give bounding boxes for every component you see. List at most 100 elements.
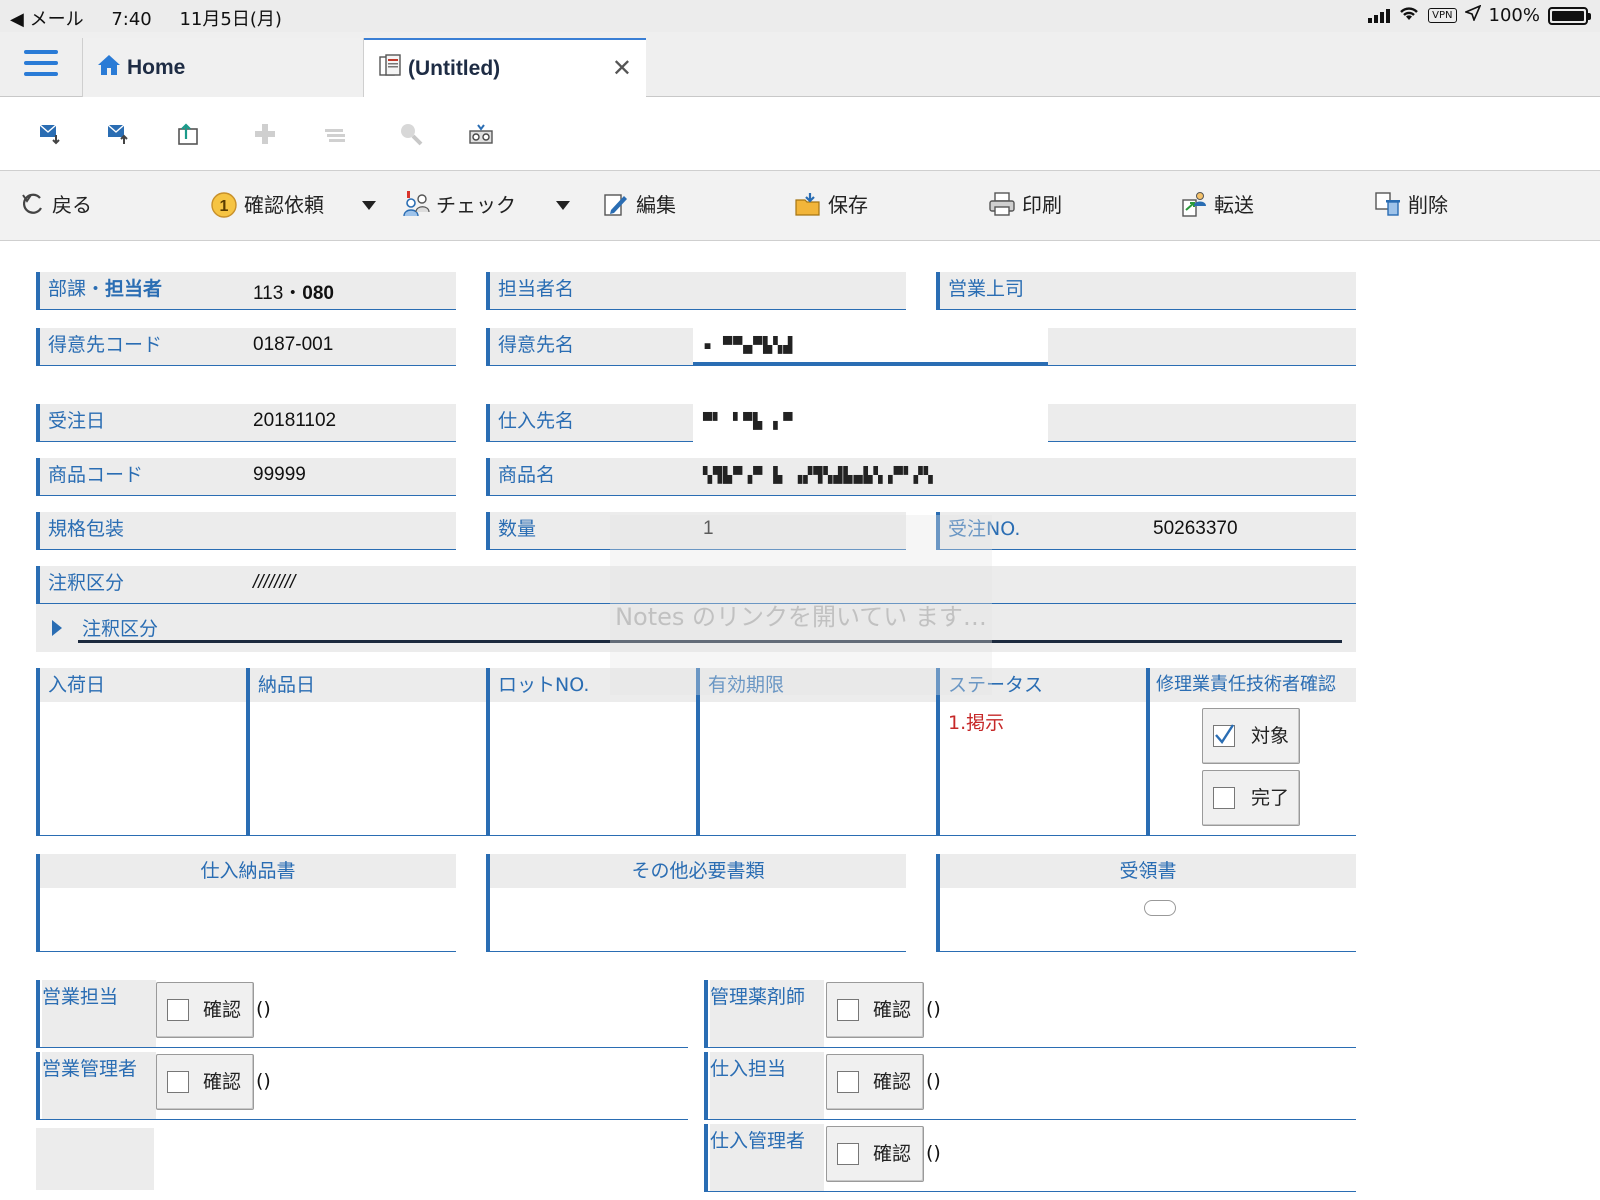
supplier-delivery-column: 仕入納品書 (36, 854, 456, 952)
done-checkbox[interactable] (1213, 787, 1235, 809)
target-label: 対象 (1251, 725, 1290, 747)
dept-value: 113・ (253, 283, 303, 304)
status-value: 1.掲示 (948, 712, 1005, 734)
target-checkbox[interactable] (1213, 724, 1235, 747)
target-checkbox-button[interactable]: 対象 (1202, 708, 1300, 764)
purchasing-manager-label: 仕入管理者 (710, 1124, 824, 1191)
tab-untitled[interactable]: (Untitled) ✕ (364, 38, 646, 98)
purchasing-manager-confirm-button[interactable]: 確認 (826, 1126, 924, 1182)
customer-code-field: 得意先コード 0187-001 (36, 328, 456, 366)
check-label: チェック (436, 193, 516, 217)
order-date-value: 20181102 (253, 410, 337, 431)
delivery-date-column: 納品日 (246, 668, 486, 836)
vpn-badge: VPN (1428, 8, 1457, 23)
pharmacist-confirm-button[interactable]: 確認 (826, 982, 924, 1038)
product-name-label: 商品名 (498, 464, 556, 486)
product-code-field: 商品コード 99999 (36, 458, 456, 496)
done-label: 完了 (1251, 787, 1290, 809)
add-icon[interactable] (252, 121, 278, 147)
check-users-icon (402, 190, 430, 218)
check-button[interactable]: チェック (402, 189, 516, 218)
purchasing-rep-confirm-label: 確認 (873, 1071, 912, 1093)
status-date: 11月5日(月) (179, 9, 282, 30)
edit-button[interactable]: 編集 (602, 189, 676, 218)
mail-down-icon[interactable] (38, 121, 64, 147)
close-icon[interactable]: ✕ (612, 54, 632, 83)
tab-home-label: Home (127, 55, 186, 79)
receipt-column: 受領書 (936, 854, 1356, 952)
repair-confirm-header: 修理業責任技術者確認 (1150, 668, 1356, 702)
sales-manager-row: 営業管理者 (36, 1052, 688, 1120)
pharmacist-checkbox[interactable] (837, 999, 859, 1021)
sales-rep-checkbox[interactable] (167, 999, 189, 1021)
expand-triangle-icon[interactable] (52, 620, 62, 636)
supplier-name-value: ▀▘ ▘▀▙ ▖▀ (703, 412, 794, 430)
product-code-label: 商品コード (48, 464, 144, 486)
customer-name-underline (693, 362, 1048, 365)
mail-up-icon[interactable] (106, 121, 132, 147)
other-docs-header: その他必要書類 (490, 854, 906, 888)
tab-bar: Home (Untitled) ✕ (0, 32, 1600, 98)
packaging-label: 規格包装 (48, 518, 125, 540)
purchasing-rep-checkbox[interactable] (837, 1071, 859, 1093)
sales-manager-signature: () (256, 1070, 271, 1092)
request-confirm-button[interactable]: 1 確認依頼 (210, 189, 324, 218)
arrival-date-column: 入荷日 (36, 668, 246, 836)
done-checkbox-button[interactable]: 完了 (1202, 770, 1300, 826)
back-to-mail-link[interactable]: ◀ メール (10, 9, 84, 30)
badge-one-icon: 1 (210, 190, 238, 218)
product-code-value: 99999 (253, 464, 306, 485)
wifi-icon (1398, 5, 1420, 26)
badge-number: 1 (220, 198, 229, 215)
sales-rep-row: 営業担当 (36, 980, 688, 1048)
purchasing-rep-confirm-button[interactable]: 確認 (826, 1054, 924, 1110)
check-dropdown-caret[interactable] (556, 201, 570, 210)
loading-overlay: Notes のリンクを開いてい ます… (610, 515, 992, 695)
binoculars-icon[interactable] (468, 121, 494, 147)
menu-icon[interactable] (24, 50, 58, 80)
sales-rep-confirm-button[interactable]: 確認 (156, 982, 254, 1038)
other-docs-column: その他必要書類 (486, 854, 906, 952)
forward-button[interactable]: 転送 (1180, 189, 1254, 218)
print-label: 印刷 (1022, 193, 1062, 217)
pharmacist-confirm-label: 確認 (873, 999, 912, 1021)
location-icon (1463, 4, 1482, 26)
action-toolbar: 戻る 1 確認依頼 チェック 編集 保存 印刷 転送 削除 (0, 171, 1600, 241)
save-button[interactable]: 保存 (794, 189, 868, 218)
save-label: 保存 (828, 193, 868, 217)
person-name-field: 担当者名 (486, 272, 906, 310)
customer-code-value: 0187-001 (253, 334, 334, 355)
back-button[interactable]: 戻る (18, 189, 92, 218)
receipt-toggle[interactable] (1144, 900, 1176, 916)
supplier-name-label: 仕入先名 (498, 410, 575, 432)
printer-icon (988, 190, 1016, 218)
packaging-field: 規格包装 (36, 512, 456, 550)
tab-home[interactable]: Home (82, 38, 364, 97)
request-dropdown-caret[interactable] (362, 201, 376, 210)
battery-percent: 100% (1488, 5, 1540, 26)
status-bar: ◀ メール 7:40 11月5日(月) VPN 100% (0, 0, 1600, 32)
sales-manager-checkbox[interactable] (167, 1071, 189, 1093)
print-button[interactable]: 印刷 (988, 189, 1062, 218)
sales-manager-label: 営業管理者 (42, 1052, 156, 1119)
icon-toolbar (0, 97, 1600, 171)
forward-label: 転送 (1214, 193, 1254, 217)
supplier-delivery-header: 仕入納品書 (40, 854, 456, 888)
pharmacist-row: 管理薬剤師 (704, 980, 1356, 1048)
empty-cell (36, 1128, 154, 1190)
person-label: 担当者 (105, 278, 163, 300)
sales-manager-confirm-button[interactable]: 確認 (156, 1054, 254, 1110)
quantity-label: 数量 (498, 518, 537, 540)
export-icon[interactable] (176, 121, 202, 147)
battery-icon (1548, 6, 1591, 25)
delete-button[interactable]: 削除 (1374, 189, 1448, 218)
dept-label: 部課・ (48, 278, 106, 300)
sales-manager-confirm-label: 確認 (203, 1071, 242, 1093)
loading-text: Notes のリンクを開いてい ます… (615, 603, 987, 631)
list-icon[interactable] (322, 121, 348, 147)
sales-rep-signature: () (256, 998, 271, 1020)
supplier-name-input[interactable] (693, 400, 1048, 460)
delete-label: 削除 (1408, 193, 1448, 217)
search-icon[interactable] (398, 121, 424, 147)
purchasing-manager-checkbox[interactable] (837, 1143, 859, 1165)
